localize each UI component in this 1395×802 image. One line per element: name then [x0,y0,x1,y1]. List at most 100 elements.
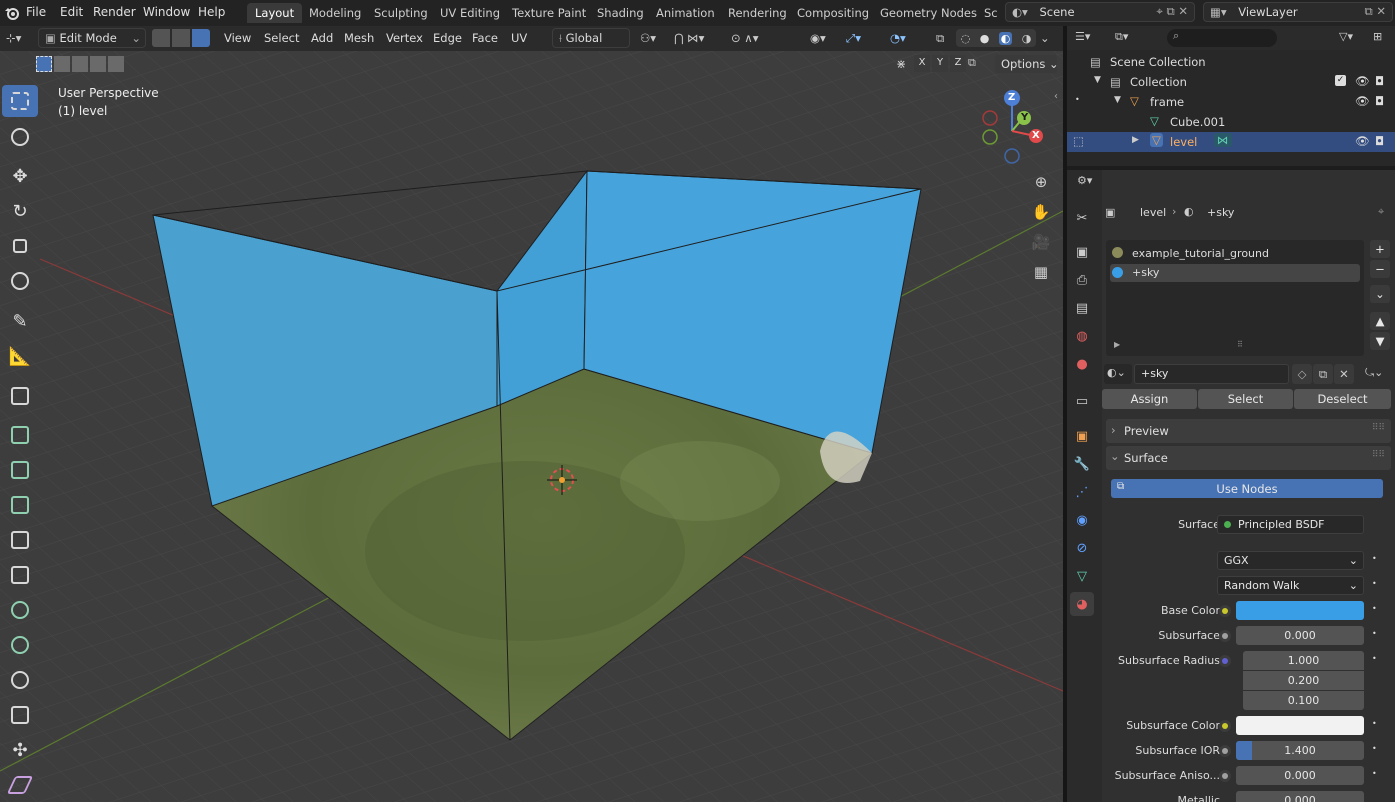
shrink-fatten-tool[interactable]: ✣ [2,734,38,766]
keyframe-dot-icon[interactable]: • [1372,719,1377,728]
extrude-tool[interactable] [2,419,38,451]
rotate-tool[interactable]: ↻ [2,195,38,227]
assign-button[interactable]: Assign [1102,389,1197,409]
checkbox-icon[interactable]: ✓ [1335,75,1346,86]
unlink-icon[interactable]: ✕ [1334,364,1354,384]
view-layer-tab-icon[interactable]: ▤ [1070,296,1094,320]
remove-slot-button[interactable]: − [1370,260,1390,278]
menu-select[interactable]: Select [264,31,299,45]
keyframe-dot-icon[interactable]: • [1372,604,1377,613]
pivot-icon[interactable]: ⚇▾ [640,31,656,45]
world-tab-icon[interactable]: ● [1070,352,1094,376]
tab-modeling[interactable]: Modeling [309,6,361,20]
eye-icon[interactable]: 👁 [1355,74,1370,88]
sidebar-toggle-icon[interactable]: ‹ [1054,91,1058,102]
socket-icon[interactable] [1219,655,1231,667]
expand-arrow-icon[interactable]: ▼ [1094,75,1101,85]
subsurface-color-swatch[interactable] [1236,716,1364,735]
drag-handle-icon[interactable]: ⠿⠿ [1372,450,1385,460]
menu-edit[interactable]: Edit [60,5,83,19]
scene-tab-icon[interactable]: ◍ [1070,324,1094,348]
tab-texture-paint[interactable]: Texture Paint [512,6,586,20]
subsurface-method-dropdown[interactable]: Random Walk ⌄ [1217,576,1364,595]
knife-tool[interactable] [2,559,38,591]
editor-type-icon[interactable]: ☰▾ [1075,30,1090,43]
modifier-tab-icon[interactable]: 🔧 [1070,452,1094,476]
surface-shader-field[interactable]: Principled BSDF [1217,515,1364,534]
menu-file[interactable]: File [26,5,46,19]
subsurface-radius-x[interactable]: 1.000 [1243,651,1364,670]
new-collection-icon[interactable]: ⊞ [1373,30,1382,43]
subsurface-radius-y[interactable]: 0.200 [1243,671,1364,690]
options-button[interactable]: Options ⌄ [994,54,1059,74]
overlay-icon[interactable]: ◔▾ [890,31,906,45]
mirror-z-toggle[interactable]: Z [950,55,966,72]
outliner-row-collection[interactable]: ▼ ▤ Collection ✓ 👁 ◘ [1067,72,1395,92]
material-tab-icon[interactable]: ◕ [1070,592,1094,616]
rendered-shading-icon[interactable]: ◑ [1022,32,1032,45]
drag-handle-icon[interactable]: ⠿⠿ [1372,423,1385,433]
mirror-y-toggle[interactable]: Y [932,55,948,72]
gizmo-icon[interactable]: ⤢▾ [846,31,861,46]
shear-tool[interactable] [2,769,38,801]
tab-layout[interactable]: Layout [247,3,303,23]
object-tab-icon[interactable]: ▣ [1070,424,1094,448]
outliner-row-frame[interactable]: • ▼ ▽ frame 👁 ◘ [1067,92,1395,112]
bevel-tool[interactable] [2,489,38,521]
deselect-button[interactable]: Deselect [1294,389,1391,409]
link-data-icon[interactable]: ⤿⌄ [1365,366,1383,380]
collection-tab-icon[interactable]: ▭ [1070,389,1094,413]
wireframe-shading-icon[interactable]: ◌ [961,32,971,45]
vertex-select-icon[interactable] [152,29,170,47]
menu-render[interactable]: Render [93,5,136,19]
measure-tool[interactable]: 📐 [2,340,38,372]
editor-type-icon[interactable]: ⊹▾ [6,31,21,45]
slot-row-ground[interactable]: example_tutorial_ground [1106,243,1364,263]
socket-icon[interactable] [1219,605,1231,617]
add-slot-button[interactable]: + [1370,240,1390,258]
tab-compositing[interactable]: Compositing [797,6,869,20]
subsurface-aniso-field[interactable]: 0.000 [1236,766,1364,785]
physics-tab-icon[interactable]: ◉ [1070,508,1094,532]
menu-mesh[interactable]: Mesh [344,31,374,45]
preview-panel-header[interactable]: › Preview ⠿⠿ [1106,419,1391,443]
pin-icon[interactable]: ⌖ [1378,205,1384,219]
keyframe-dot-icon[interactable]: • [1372,654,1377,663]
select-button[interactable]: Select [1198,389,1293,409]
metallic-field[interactable]: 0.000 [1236,791,1364,802]
mirror-icon[interactable]: ⋇ [896,57,906,71]
slot-row-sky[interactable]: +sky [1110,264,1360,282]
eye-icon[interactable]: 👁 [1355,94,1370,108]
spin-tool[interactable] [2,629,38,661]
menu-edge[interactable]: Edge [433,31,462,45]
slot-specials-button[interactable]: ⌄ [1370,285,1390,303]
expand-arrow-icon[interactable]: ▼ [1114,95,1121,105]
smooth-tool[interactable] [2,664,38,696]
subsurface-ior-field[interactable]: 1.400 [1236,741,1364,760]
perspective-grid-icon[interactable]: ▦ [1028,259,1054,285]
subsurface-field[interactable]: 0.000 [1236,626,1364,645]
camera-icon[interactable]: 🎥 [1028,229,1054,255]
3d-viewport[interactable]: Z Y X User Perspective (1) level ⋇ X Y Z… [0,51,1063,802]
outliner-search-input[interactable]: ⌕ [1167,29,1277,47]
eye-icon[interactable]: 👁 [1355,134,1370,148]
output-tab-icon[interactable]: ⎙ [1070,268,1094,292]
menu-uv[interactable]: UV [511,31,527,45]
resize-handle-icon[interactable]: ⠿ [1237,340,1243,349]
keyframe-dot-icon[interactable]: • [1372,579,1377,588]
orientation-selector[interactable]: ⟊ Global [552,28,630,48]
transform-tool[interactable] [2,265,38,297]
keyframe-dot-icon[interactable]: • [1372,554,1377,563]
socket-icon[interactable] [1219,745,1231,757]
edge-slide-tool[interactable] [2,699,38,731]
select-new-icon[interactable] [36,56,52,72]
edit-mode-icon[interactable]: ⬚ [1073,134,1084,148]
particles-tab-icon[interactable]: ⋰ [1070,480,1094,504]
filter-icon[interactable]: ▽▾ [1339,30,1353,43]
tab-shading[interactable]: Shading [597,6,644,20]
data-tab-icon[interactable]: ▽ [1070,564,1094,588]
mode-selector[interactable]: ▣ Edit Mode ⌄ [38,28,146,48]
fake-user-icon[interactable]: ◇ [1292,364,1312,384]
poly-build-tool[interactable] [2,594,38,626]
constraint-tab-icon[interactable]: ⊘ [1070,536,1094,560]
